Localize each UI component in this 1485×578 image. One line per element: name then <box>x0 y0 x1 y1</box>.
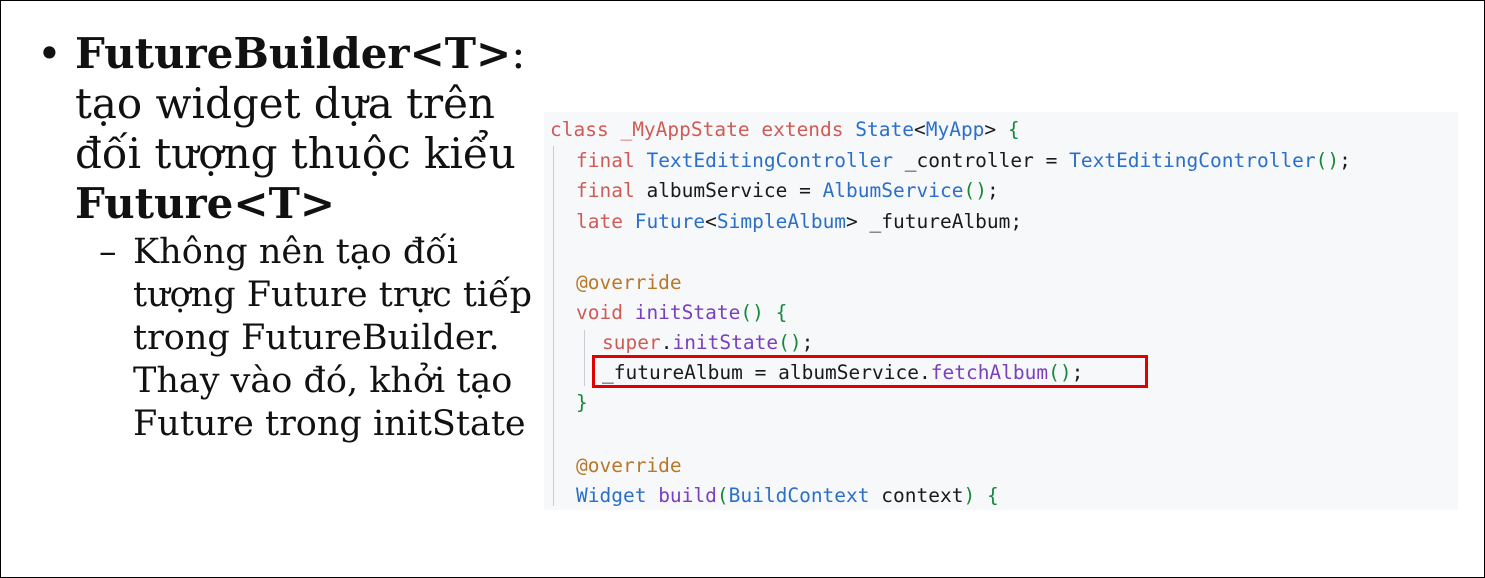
indent-guide-inner <box>584 330 585 386</box>
dash-icon: – <box>99 232 117 272</box>
code-line-11: Widget build(BuildContext context) { <box>576 484 999 507</box>
sub-line-3: trong FutureBuilder. <box>133 318 500 358</box>
code-line-10: @override <box>576 454 682 477</box>
slide: • FutureBuilder<T>: tạo widget dựa trên … <box>0 0 1485 578</box>
code-line-2: final TextEditingController _controller … <box>576 149 1351 172</box>
code-line-1: class _MyAppState extends State<MyApp> { <box>550 118 1020 141</box>
code-line-5: @override <box>576 271 682 294</box>
code-line-6: void initState() { <box>576 301 788 324</box>
sub-line-4: Thay vào đó, khởi tạo <box>133 361 513 401</box>
sub-bullet: – Không nên tạo đối tượng Future trực ti… <box>37 231 537 446</box>
main-bullet: • FutureBuilder<T>: tạo widget dựa trên … <box>37 29 537 229</box>
code-line-4: late Future<SimpleAlbum> _futureAlbum; <box>576 210 1023 233</box>
futurebuilder-title: FutureBuilder<T> <box>75 29 512 78</box>
slide-text: • FutureBuilder<T>: tạo widget dựa trên … <box>37 29 537 446</box>
desc-line-2: đối tượng thuộc kiểu <box>75 129 516 178</box>
desc-line-1: tạo widget dựa trên <box>75 79 495 128</box>
code-line-9: } <box>576 391 588 414</box>
highlight-box <box>592 355 1148 388</box>
title-colon: : <box>511 29 526 78</box>
indent-guide <box>553 146 554 506</box>
bullet-dot-icon: • <box>37 29 62 78</box>
sub-line-5: Future trong initState <box>133 404 526 444</box>
code-line-3: final albumService = AlbumService(); <box>576 179 999 202</box>
future-type: Future<T> <box>75 179 336 228</box>
code-screenshot: class _MyAppState extends State<MyApp> {… <box>544 112 1458 510</box>
sub-line-2: tượng Future trực tiếp <box>133 275 533 315</box>
sub-line-1: Không nên tạo đối <box>133 232 458 272</box>
code-line-7: super.initState(); <box>602 331 814 354</box>
